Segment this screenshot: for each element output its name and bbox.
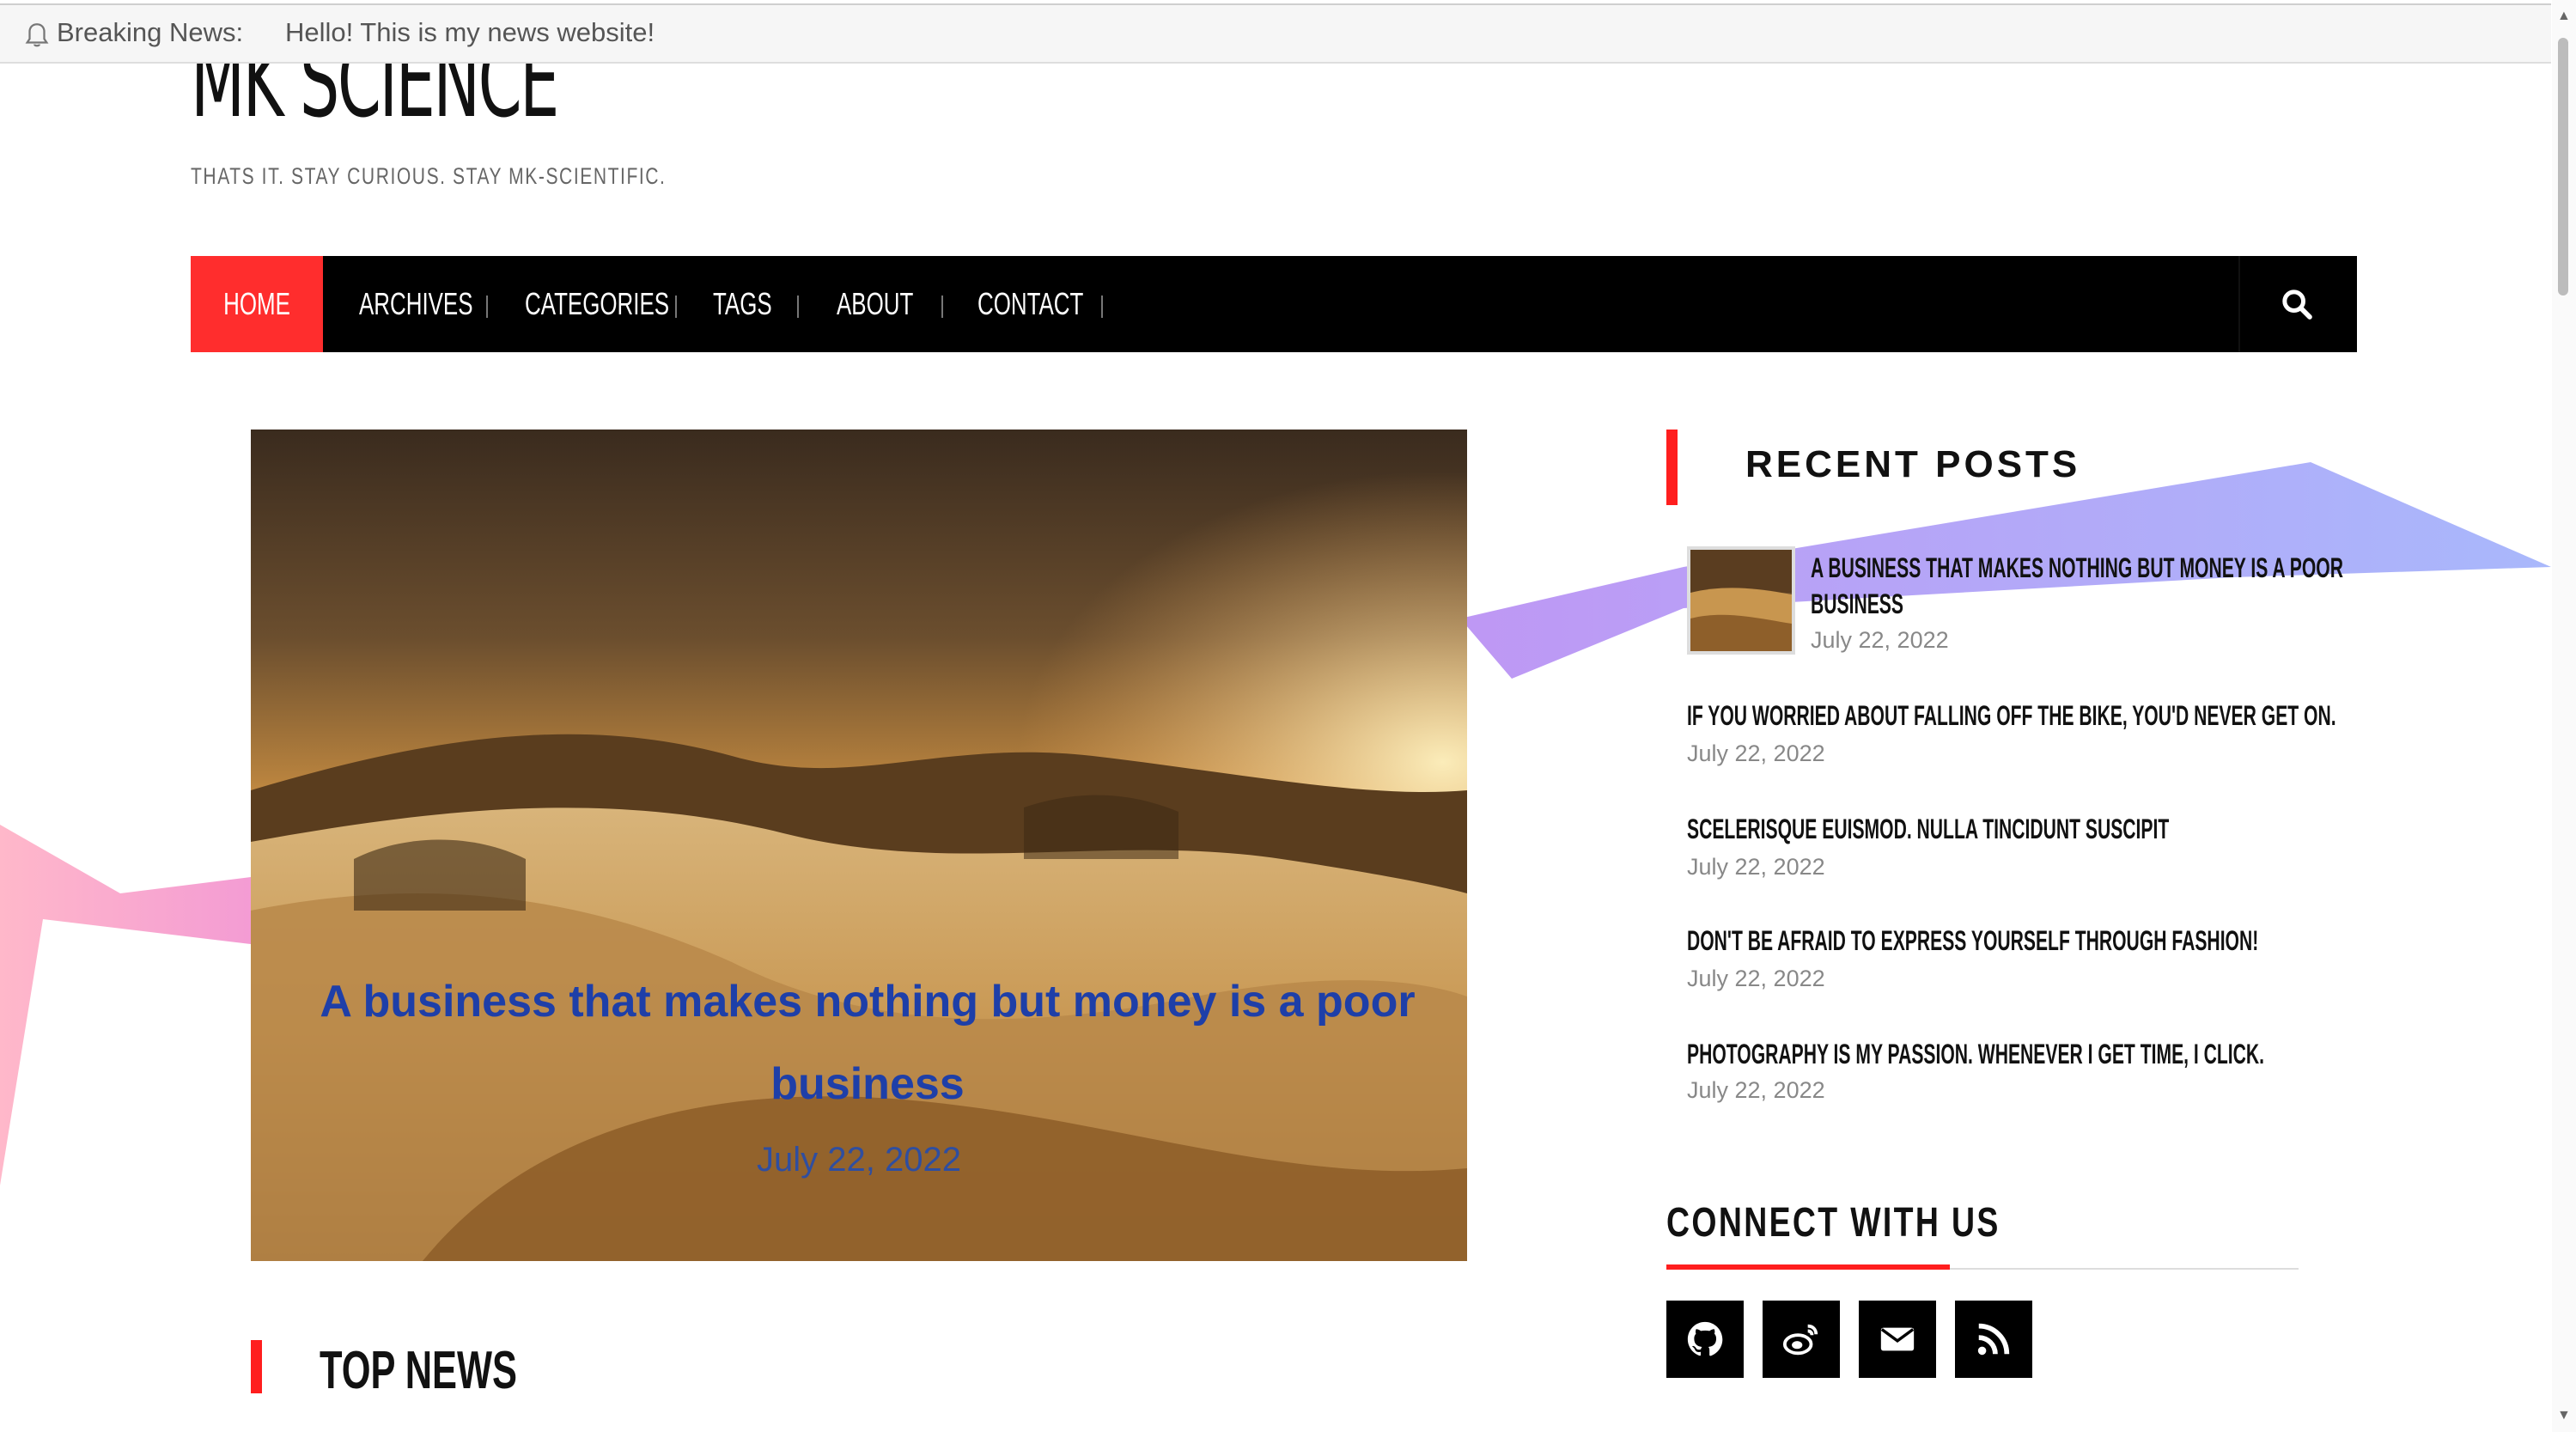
recent-post-thumbnail[interactable] <box>1687 546 1795 655</box>
nav-item-archives[interactable]: ARCHIVES <box>359 256 473 352</box>
nav-separator <box>675 296 677 318</box>
search-icon <box>2282 289 2312 320</box>
recent-post-title-continued[interactable]: BUSINESS <box>1811 586 1903 622</box>
featured-post-date: July 22, 2022 <box>757 1141 961 1179</box>
nav-item-about[interactable]: ABOUT <box>837 256 913 352</box>
github-link-button[interactable] <box>1666 1301 1744 1378</box>
nav-item-contact[interactable]: CONTACT <box>977 256 1083 352</box>
rss-link-button[interactable] <box>1955 1301 2032 1378</box>
bell-icon <box>25 23 49 47</box>
github-icon <box>1687 1321 1723 1356</box>
email-link-button[interactable] <box>1859 1301 1936 1378</box>
connect-accent-underline <box>1666 1264 1950 1270</box>
featured-post-image <box>251 430 1467 1261</box>
top-news-heading: TOP NEWS <box>320 1341 517 1400</box>
featured-post-title[interactable]: A business that makes nothing but money … <box>302 960 1433 1125</box>
top-news-accent-bar <box>251 1340 262 1393</box>
scroll-down-arrow-icon[interactable]: ▼ <box>2557 1408 2571 1423</box>
recent-post-thumbnail-image <box>1690 550 1792 651</box>
rss-icon <box>1977 1323 2010 1356</box>
recent-post-date: July 22, 2022 <box>1811 627 1949 653</box>
recent-post-date: July 22, 2022 <box>1687 854 1825 880</box>
nav-separator <box>1101 296 1103 318</box>
recent-posts-heading: RECENT POSTS <box>1745 443 2081 485</box>
nav-separator <box>486 296 488 318</box>
nav-separator <box>797 296 799 318</box>
scroll-up-arrow-icon[interactable]: ▲ <box>2557 9 2571 24</box>
recent-post-title[interactable]: DON'T BE AFRAID TO EXPRESS YOURSELF THRO… <box>1687 923 2258 959</box>
connect-with-us-heading: CONNECT WITH US <box>1666 1200 2001 1246</box>
weibo-icon <box>1782 1324 1818 1356</box>
page-scrollbar[interactable]: ▲ ▼ <box>2552 0 2576 1432</box>
nav-item-home[interactable]: HOME <box>191 256 323 352</box>
recent-post-title[interactable]: SCELERISQUE EUISMOD. NULLA TINCIDUNT SUS… <box>1687 811 2169 847</box>
site-tagline: THATS IT. STAY CURIOUS. STAY MK-SCIENTIF… <box>191 163 667 189</box>
nav-separator <box>941 296 943 318</box>
nav-item-categories[interactable]: CATEGORIES <box>525 256 669 352</box>
breaking-news-message[interactable]: Hello! This is my news website! <box>285 17 655 48</box>
nav-item-tags[interactable]: TAGS <box>713 256 772 352</box>
recent-post-date: July 22, 2022 <box>1687 740 1825 766</box>
main-navigation: HOME ARCHIVES CATEGORIES TAGS ABOUT CONT… <box>191 256 2357 352</box>
recent-post-date: July 22, 2022 <box>1687 966 1825 991</box>
breaking-news-bar: Breaking News: Hello! This is my news we… <box>0 3 2551 64</box>
recent-post-title[interactable]: IF YOU WORRIED ABOUT FALLING OFF THE BIK… <box>1687 698 2336 734</box>
recent-post-title[interactable]: A BUSINESS THAT MAKES NOTHING BUT MONEY … <box>1811 550 2343 586</box>
email-icon <box>1880 1327 1915 1351</box>
search-button[interactable] <box>2238 256 2357 352</box>
weibo-link-button[interactable] <box>1763 1301 1840 1378</box>
recent-post-title[interactable]: PHOTOGRAPHY IS MY PASSION. WHENEVER I GE… <box>1687 1036 2264 1072</box>
nav-item-label: HOME <box>223 286 290 321</box>
breaking-news-label: Breaking News: <box>57 17 244 47</box>
featured-post-hero[interactable]: A business that makes nothing but money … <box>251 430 1467 1261</box>
recent-post-date: July 22, 2022 <box>1687 1077 1825 1103</box>
recent-posts-accent-bar <box>1666 430 1678 505</box>
scrollbar-thumb[interactable] <box>2558 38 2568 296</box>
